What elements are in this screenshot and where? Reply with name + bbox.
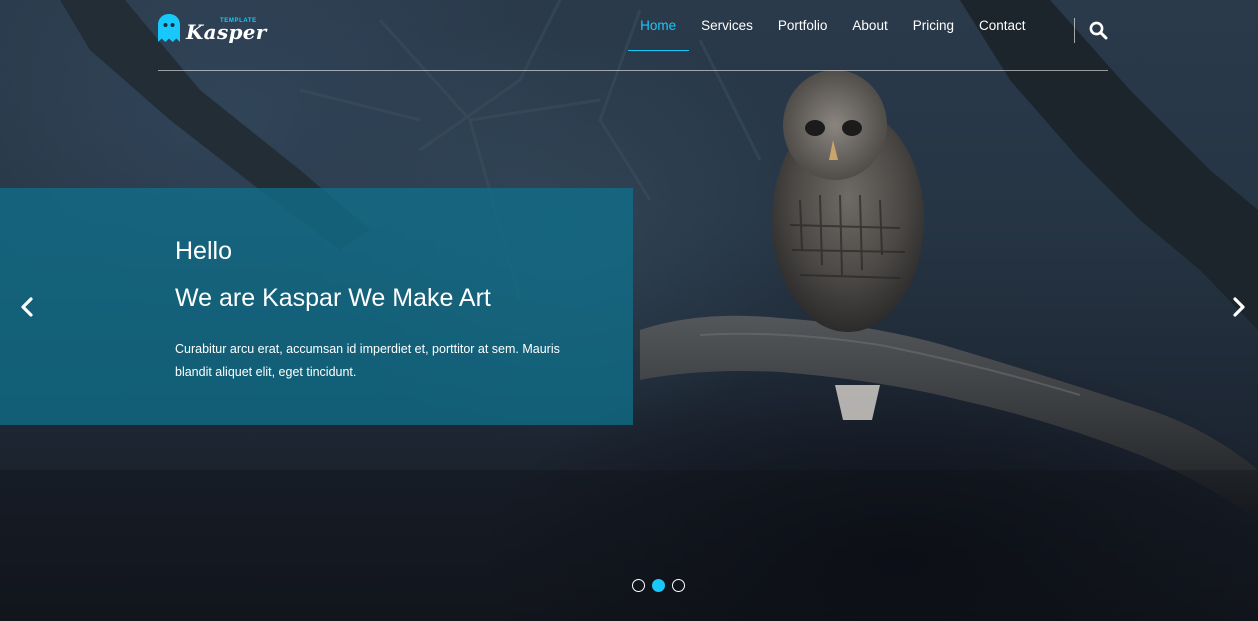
nav-item-contact[interactable]: Contact [966,0,1038,51]
slider-prev-button[interactable] [15,295,39,319]
nav-item-portfolio[interactable]: Portfolio [765,0,840,51]
slide-caption: Hello We are Kaspar We Make Art Curabitu… [0,188,633,425]
main-nav: Home Services Portfolio About Pricing Co… [627,0,1038,71]
slider-indicators [632,579,685,592]
nav-item-services[interactable]: Services [689,0,766,51]
caption-title: We are Kaspar We Make Art [175,284,491,312]
ghost-icon [158,14,180,42]
caption-greeting: Hello [175,237,232,265]
nav-item-about[interactable]: About [840,0,900,51]
slider-dot-2[interactable] [652,579,665,592]
logo-wordmark: Kasper [186,20,267,44]
caption-text: Curabitur arcu erat, accumsan id imperdi… [175,342,560,379]
chevron-right-icon [1233,297,1245,317]
site-header: TEMPLATE Kasper Home Services Portfolio … [158,0,1108,71]
search-icon [1089,21,1108,40]
nav-item-pricing[interactable]: Pricing [900,0,966,51]
hero-slider: TEMPLATE Kasper Home Services Portfolio … [0,0,1258,621]
slider-dot-3[interactable] [672,579,685,592]
slider-next-button[interactable] [1227,295,1251,319]
chevron-left-icon [21,297,33,317]
nav-divider [1074,18,1075,43]
nav-item-home[interactable]: Home [627,0,689,51]
search-button[interactable] [1089,21,1108,40]
logo[interactable]: TEMPLATE Kasper [158,13,266,45]
slider-dot-1[interactable] [632,579,645,592]
